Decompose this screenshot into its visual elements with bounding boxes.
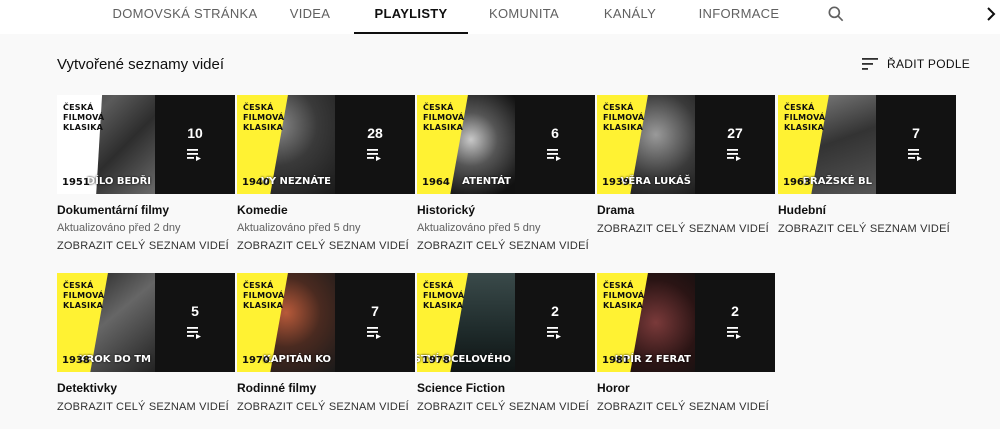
sort-button[interactable]: ŘADIT PODLE — [862, 56, 970, 72]
tab-community[interactable]: KOMUNITA — [472, 0, 576, 34]
playlist-count-overlay — [876, 95, 956, 194]
playlist-thumbnail[interactable]: ČESKÁ FILMOVÁ KLASIKA VY NEZNÁTE 1940 28 — [237, 95, 415, 194]
playlist-icon — [727, 327, 741, 339]
brand-logo: ČESKÁ FILMOVÁ KLASIKA — [784, 103, 826, 132]
playlist-title[interactable]: Rodinné filmy — [237, 381, 316, 395]
brand-logo: ČESKÁ FILMOVÁ KLASIKA — [603, 281, 645, 310]
film-year: 1964 — [422, 177, 450, 188]
view-full-playlist-link[interactable]: ZOBRAZIT CELÝ SEZNAM VIDEÍ — [237, 240, 409, 252]
video-count: 7 — [371, 303, 379, 319]
brand-logo: ČESKÁ FILMOVÁ KLASIKA — [243, 103, 285, 132]
tab-videos[interactable]: VIDEA — [270, 0, 350, 34]
brand-logo: ČESKÁ FILMOVÁ KLASIKA — [63, 281, 105, 310]
chevron-right-icon[interactable] — [984, 5, 998, 23]
playlist-count-overlay — [695, 273, 775, 372]
film-title: VY NEZNÁTE — [261, 176, 331, 187]
film-year: 1963 — [783, 177, 811, 188]
view-full-playlist-link[interactable]: ZOBRAZIT CELÝ SEZNAM VIDEÍ — [597, 223, 769, 235]
playlist-count-overlay — [155, 273, 235, 372]
brand-logo: ČESKÁ FILMOVÁ KLASIKA — [423, 103, 465, 132]
view-full-playlist-link[interactable]: ZOBRAZIT CELÝ SEZNAM VIDEÍ — [57, 401, 229, 413]
film-year: 1939 — [602, 177, 630, 188]
brand-logo: ČESKÁ FILMOVÁ KLASIKA — [243, 281, 285, 310]
playlist-updated: Aktualizováno před 5 dny — [417, 222, 541, 234]
playlist-title[interactable]: Hudební — [778, 203, 826, 217]
playlist-icon — [367, 327, 381, 339]
view-full-playlist-link[interactable]: ZOBRAZIT CELÝ SEZNAM VIDEÍ — [237, 401, 409, 413]
playlist-icon — [727, 149, 741, 161]
film-year: 1978 — [422, 355, 450, 366]
view-full-playlist-link[interactable]: ZOBRAZIT CELÝ SEZNAM VIDEÍ — [57, 240, 229, 252]
playlist-title[interactable]: Historický — [417, 203, 475, 217]
playlist-title[interactable]: Horor — [597, 381, 630, 395]
sort-label: ŘADIT PODLE — [887, 57, 971, 71]
video-count: 7 — [912, 125, 920, 141]
film-year: 1981 — [602, 355, 630, 366]
video-count: 6 — [551, 125, 559, 141]
sort-icon — [862, 58, 878, 70]
film-year: 1970 — [242, 355, 270, 366]
playlist-thumbnail[interactable]: ČESKÁ FILMOVÁ KLASIKA VĚRA LUKÁŠ 1939 27 — [597, 95, 775, 194]
playlist-count-overlay — [155, 95, 235, 194]
playlist-title[interactable]: Detektivky — [57, 381, 117, 395]
playlist-icon — [547, 149, 561, 161]
tab-home[interactable]: DOMOVSKÁ STRÁNKA — [100, 0, 270, 34]
film-title: ATENTÁT — [462, 176, 511, 187]
playlist-title[interactable]: Science Fiction — [417, 381, 505, 395]
playlist-count-overlay — [335, 273, 415, 372]
playlist-icon — [547, 327, 561, 339]
tab-about[interactable]: INFORMACE — [686, 0, 792, 34]
tab-channels[interactable]: KANÁLY — [580, 0, 680, 34]
playlist-thumbnail[interactable]: ČESKÁ FILMOVÁ KLASIKA KROK DO TM 1938 5 — [57, 273, 235, 372]
film-year: 1940 — [242, 177, 270, 188]
playlist-icon — [187, 327, 201, 339]
video-count: 2 — [551, 303, 559, 319]
playlist-thumbnail[interactable]: ČESKÁ FILMOVÁ KLASIKA PRAŽSKÉ BL 1963 7 — [778, 95, 956, 194]
playlist-updated: Aktualizováno před 5 dny — [237, 222, 361, 234]
brand-logo: ČESKÁ FILMOVÁ KLASIKA — [603, 103, 645, 132]
playlist-count-overlay — [515, 95, 595, 194]
playlist-thumbnail[interactable]: ČESKÁFILMOVÁKLASIKATAJEMSTVÍ OCELOVÉHO19… — [417, 273, 595, 372]
playlist-thumbnail[interactable]: ČESKÁ FILMOVÁ KLASIKA DÍLO BEDŘI 1951 10 — [57, 95, 235, 194]
view-full-playlist-link[interactable]: ZOBRAZIT CELÝ SEZNAM VIDEÍ — [778, 223, 950, 235]
view-full-playlist-link[interactable]: ZOBRAZIT CELÝ SEZNAM VIDEÍ — [417, 401, 589, 413]
playlist-thumbnail[interactable]: ČESKÁ FILMOVÁ KLASIKA ATENTÁT 1964 6 — [417, 95, 595, 194]
playlist-updated: Aktualizováno před 2 dny — [57, 222, 181, 234]
tab-playlists[interactable]: PLAYLISTY — [354, 0, 468, 34]
playlist-icon — [908, 149, 922, 161]
video-count: 27 — [727, 125, 743, 141]
film-year: 1951 — [62, 177, 90, 188]
search-icon[interactable] — [826, 4, 846, 24]
view-full-playlist-link[interactable]: ZOBRAZIT CELÝ SEZNAM VIDEÍ — [597, 401, 769, 413]
playlist-count-overlay — [515, 273, 595, 372]
brand-logo: ČESKÁ FILMOVÁ KLASIKA — [63, 103, 105, 132]
playlist-title[interactable]: Komedie — [237, 203, 288, 217]
playlist-count-overlay — [695, 95, 775, 194]
film-title: KAPITÁN KO — [263, 354, 331, 365]
film-title: VĚRA LUKÁŠ — [620, 176, 691, 187]
playlist-count-overlay — [335, 95, 415, 194]
playlist-icon — [187, 149, 201, 161]
video-count: 10 — [187, 125, 203, 141]
playlist-icon — [367, 149, 381, 161]
film-title: DÍLO BEDŘI — [86, 176, 151, 187]
playlist-thumbnail[interactable]: ČESKÁ FILMOVÁ KLASIKA UPÍR Z FERAT 1981 2 — [597, 273, 775, 372]
video-count: 2 — [731, 303, 739, 319]
playlist-title[interactable]: Dokumentární filmy — [57, 203, 169, 217]
playlist-title[interactable]: Drama — [597, 203, 634, 217]
brand-logo: ČESKÁ FILMOVÁ KLASIKA — [423, 281, 465, 310]
film-title: PRAŽSKÉ BL — [802, 176, 872, 187]
video-count: 28 — [367, 125, 383, 141]
section-title: Vytvořené seznamy videí — [57, 56, 225, 73]
view-full-playlist-link[interactable]: ZOBRAZIT CELÝ SEZNAM VIDEÍ — [417, 240, 589, 252]
video-count: 5 — [191, 303, 199, 319]
playlist-thumbnail[interactable]: ČESKÁ FILMOVÁ KLASIKA KAPITÁN KO 1970 7 — [237, 273, 415, 372]
film-year: 1938 — [62, 355, 90, 366]
channel-tabs-bar: DOMOVSKÁ STRÁNKA VIDEA PLAYLISTY KOMUNIT… — [0, 0, 1000, 34]
